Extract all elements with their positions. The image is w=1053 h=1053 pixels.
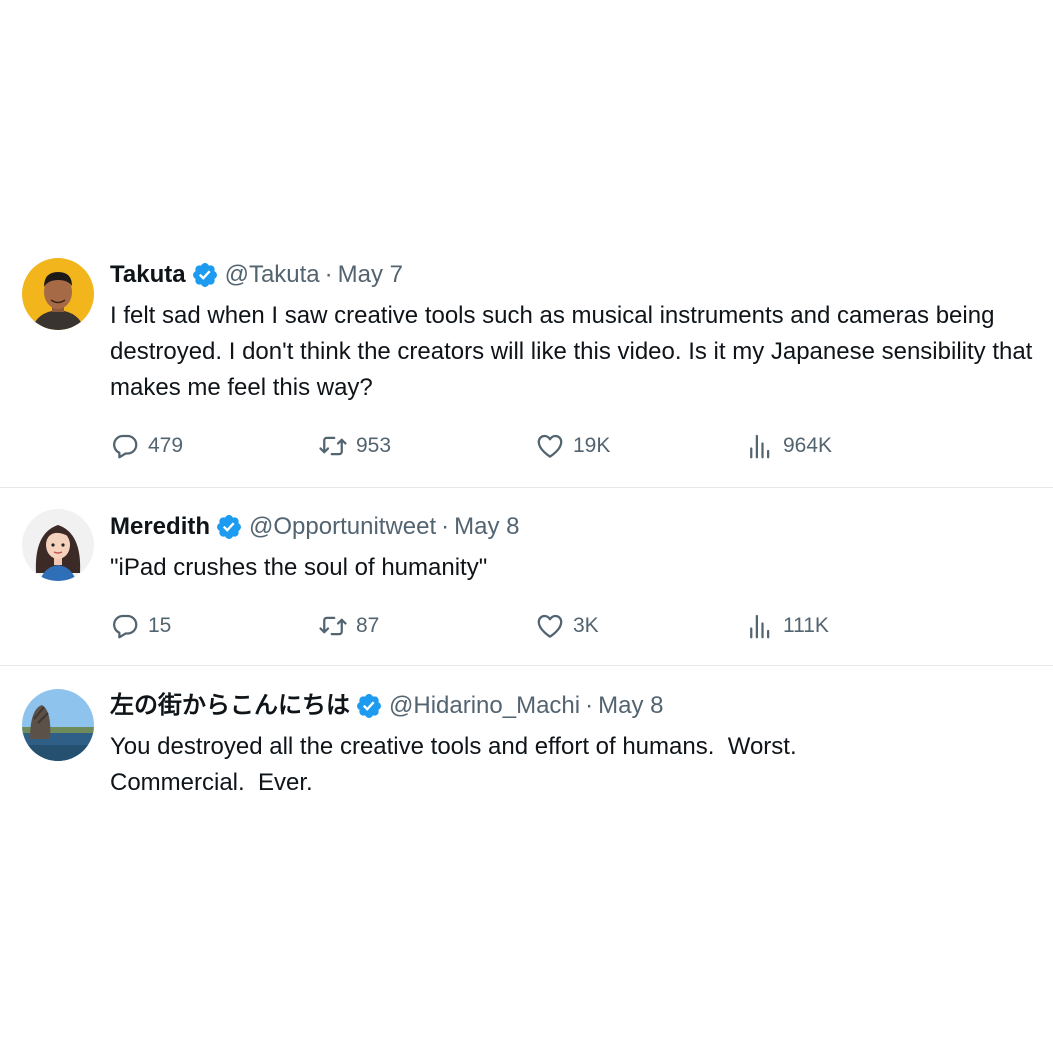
reply-count: 15 [148,614,172,637]
author-name[interactable]: 左の街からこんにちは [110,690,350,722]
retweet-button[interactable]: 953 [318,431,391,461]
like-button[interactable]: 3K [535,611,599,641]
author-handle[interactable]: @Hidarino_Machi [389,690,580,722]
tweet-header: Takuta @Takuta · May 7 [110,259,403,291]
author-handle[interactable]: @Opportunitweet [249,511,436,543]
verified-badge-icon [191,261,219,289]
author-name[interactable]: Takuta [110,259,186,291]
tweet-date[interactable]: May 8 [598,690,663,722]
retweet-icon [318,431,348,461]
heart-icon [535,431,565,461]
heart-icon [535,611,565,641]
tweet-text: "iPad crushes the soul of humanity" [110,554,488,581]
reply-button[interactable]: 15 [110,611,171,641]
tweet-date[interactable]: May 8 [454,511,519,543]
retweet-count: 87 [356,614,380,637]
tweet-text: I felt sad when I saw creative tools suc… [110,302,1040,401]
views-button[interactable]: 964K [745,431,832,461]
bar-chart-icon [745,431,775,461]
separator: · [441,513,450,540]
reply-button[interactable]: 479 [110,431,183,461]
like-count: 3K [573,614,599,637]
tweet-text: You destroyed all the creative tools and… [110,733,804,796]
divider [0,665,1053,666]
avatar[interactable] [22,689,94,761]
tweet-header: Meredith @Opportunitweet · May 8 [110,511,520,543]
speech-bubble-icon [110,431,140,461]
verified-badge-icon [355,692,383,720]
views-button[interactable]: 111K [745,611,829,641]
retweet-icon [318,611,348,641]
tweet-header: 左の街からこんにちは @Hidarino_Machi · May 8 [110,690,663,722]
reply-count: 479 [148,434,184,457]
view-count: 964K [783,434,833,457]
avatar[interactable] [22,509,94,581]
author-handle[interactable]: @Takuta [225,259,320,291]
avatar[interactable] [22,258,94,330]
retweet-count: 953 [356,434,392,457]
separator: · [324,261,333,288]
separator: · [585,692,594,719]
tweet-actions: 15 87 3K 111K [110,611,1010,641]
author-name[interactable]: Meredith [110,511,210,543]
tweet-actions: 479 953 19K 964K [110,431,1010,461]
verified-badge-icon [215,513,243,541]
like-button[interactable]: 19K [535,431,610,461]
bar-chart-icon [745,611,775,641]
retweet-button[interactable]: 87 [318,611,379,641]
view-count: 111K [783,614,829,637]
tweet-date[interactable]: May 7 [338,259,403,291]
divider [0,487,1053,488]
like-count: 19K [573,434,611,457]
speech-bubble-icon [110,611,140,641]
